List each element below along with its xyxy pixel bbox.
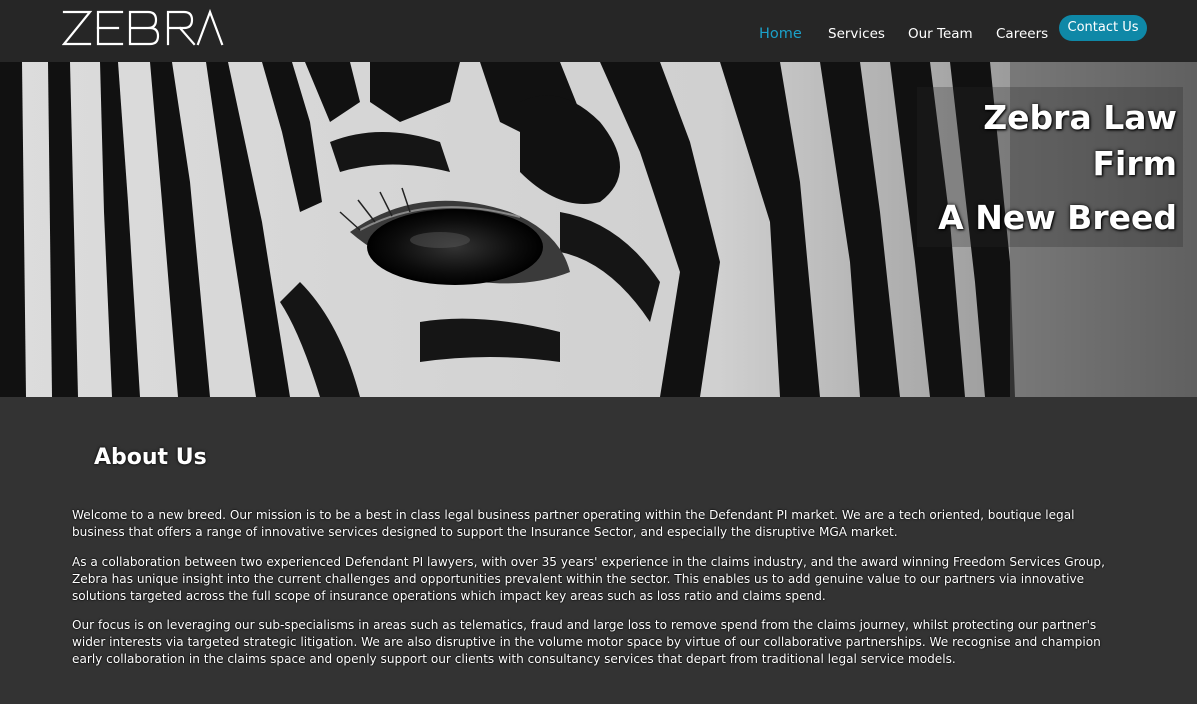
hero-title-line-2: Firm <box>1092 144 1177 183</box>
about-paragraph-1: Welcome to a new breed. Our mission is t… <box>72 508 1075 539</box>
nav-home-link[interactable]: Home <box>759 26 802 42</box>
contact-us-button[interactable]: Contact Us <box>1059 15 1147 41</box>
hero-title-line-1: Zebra Law <box>983 98 1177 137</box>
nav-our-team-link[interactable]: Our Team <box>908 26 973 42</box>
zebra-logo[interactable] <box>62 8 224 48</box>
about-paragraph-2: As a collaboration between two experienc… <box>72 555 1105 603</box>
nav-careers-link[interactable]: Careers <box>996 26 1048 42</box>
about-paragraph-3: Our focus is on leveraging our sub-speci… <box>72 618 1101 666</box>
hero-tagline: A New Breed <box>938 198 1177 237</box>
about-us-heading: About Us <box>94 445 207 470</box>
nav-services-link[interactable]: Services <box>828 26 885 42</box>
top-navigation-bar: Home Services Our Team Careers Contact U… <box>0 0 1197 62</box>
